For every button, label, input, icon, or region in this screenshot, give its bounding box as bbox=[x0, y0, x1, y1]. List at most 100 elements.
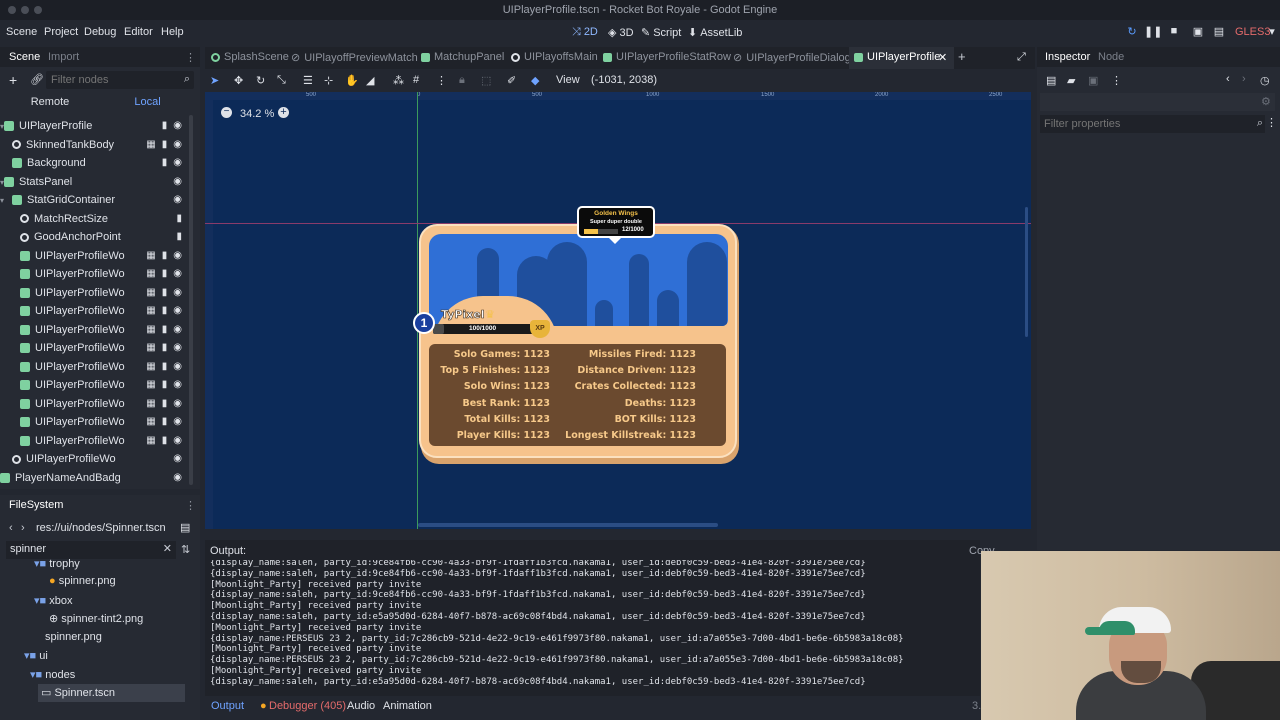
menu-editor[interactable]: Editor bbox=[124, 26, 153, 38]
view-menu[interactable]: View bbox=[556, 74, 580, 86]
stop-icon[interactable]: ■ bbox=[1166, 25, 1182, 41]
zoom-level[interactable]: 34.2 % bbox=[240, 108, 274, 120]
reload-icon[interactable]: ↻ bbox=[1124, 25, 1140, 41]
clapper-icon[interactable]: ▦ bbox=[146, 268, 155, 279]
filesystem-search-field[interactable]: spinner ✕ bbox=[6, 541, 176, 559]
filter-nodes-field[interactable]: ⌕ bbox=[46, 71, 194, 89]
script-icon[interactable]: ▮ bbox=[162, 157, 168, 168]
forward-icon[interactable]: › bbox=[21, 522, 25, 534]
fs-folder-trophy[interactable]: ▾■ trophy bbox=[34, 557, 80, 570]
visibility-icon[interactable]: ◉ bbox=[173, 398, 182, 409]
script-icon[interactable]: ▮ bbox=[162, 287, 168, 298]
scene-node-row[interactable]: UIPlayerProfileWo ▦ ▮ ◉ bbox=[0, 321, 194, 340]
sort-icon[interactable]: ⇅ bbox=[181, 543, 190, 556]
scene-node-row[interactable]: ▾ StatGridContainer ◉ bbox=[0, 191, 194, 210]
scene-node-row[interactable]: ▾ StatsPanel ◉ bbox=[0, 173, 194, 192]
script-icon[interactable]: ▮ bbox=[162, 250, 168, 261]
mode-script-button[interactable]: ✎ Script bbox=[641, 26, 681, 39]
viewport-h-scrollbar[interactable] bbox=[418, 523, 718, 527]
clapper-icon[interactable]: ▦ bbox=[146, 398, 155, 409]
close-window-button[interactable] bbox=[8, 6, 16, 14]
scene-node-row[interactable]: PlayerNameAndBadg ◉ bbox=[0, 469, 194, 488]
tab-inspector[interactable]: Inspector bbox=[1045, 51, 1090, 63]
play-custom-icon[interactable]: ▤ bbox=[1211, 25, 1227, 41]
link-icon[interactable]: 🔗︎ bbox=[30, 73, 44, 86]
visibility-icon[interactable]: ◉ bbox=[173, 139, 182, 150]
visibility-icon[interactable]: ◉ bbox=[173, 416, 182, 427]
fs-folder-nodes[interactable]: ▾■ nodes bbox=[30, 668, 75, 681]
visibility-icon[interactable]: ◉ bbox=[173, 435, 182, 446]
properties-menu-icon[interactable]: ⋮ bbox=[1266, 116, 1277, 129]
fs-folder-ui[interactable]: ▾■ ui bbox=[24, 649, 48, 662]
tab-scene[interactable]: Scene bbox=[9, 51, 40, 63]
visibility-icon[interactable]: ◉ bbox=[173, 176, 182, 187]
scene-node-row[interactable]: UIPlayerProfileWo ▦ ▮ ◉ bbox=[0, 432, 194, 451]
script-icon[interactable]: ▮ bbox=[162, 398, 168, 409]
resource-menu-icon[interactable]: ⋮ bbox=[1111, 74, 1122, 87]
menu-debug[interactable]: Debug bbox=[84, 26, 116, 38]
expand-arrow-icon[interactable]: ▾ bbox=[0, 192, 12, 211]
script-icon[interactable]: ▮ bbox=[176, 213, 182, 224]
filesystem-path[interactable]: res://ui/nodes/Spinner.tscn bbox=[36, 522, 166, 534]
fs-file-spinner-tint2[interactable]: ⊕ spinner-tint2.png bbox=[49, 612, 143, 625]
zoom-in-icon[interactable]: + bbox=[278, 107, 289, 118]
scene-node-row[interactable]: SkinnedTankBody ▦ ▮ ◉ bbox=[0, 136, 194, 155]
clapper-icon[interactable]: ▦ bbox=[146, 361, 155, 372]
filesystem-search-input[interactable]: spinner bbox=[10, 543, 46, 555]
zoom-out-icon[interactable]: − bbox=[221, 107, 232, 118]
script-icon[interactable]: ▮ bbox=[162, 416, 168, 427]
fs-file-spinner-tscn[interactable]: ▭ Spinner.tscn bbox=[41, 686, 115, 699]
history-icon[interactable]: ◷ bbox=[1260, 74, 1270, 87]
add-node-icon[interactable]: + bbox=[9, 72, 17, 88]
script-icon[interactable]: ▮ bbox=[162, 361, 168, 372]
object-menu-icon[interactable]: ⚙ bbox=[1261, 95, 1271, 108]
visibility-icon[interactable]: ◉ bbox=[173, 287, 182, 298]
scene-node-row[interactable]: UIPlayerProfileWo ▦ ▮ ◉ bbox=[0, 413, 194, 432]
scene-node-row[interactable]: UIPlayerProfileWo ▦ ▮ ◉ bbox=[0, 284, 194, 303]
rotate-tool-icon[interactable]: ↻ bbox=[256, 74, 265, 87]
visibility-icon[interactable]: ◉ bbox=[173, 268, 182, 279]
scene-node-row[interactable]: UIPlayerProfileWo ▦ ▮ ◉ bbox=[0, 265, 194, 284]
visibility-icon[interactable]: ◉ bbox=[173, 342, 182, 353]
menu-scene[interactable]: Scene bbox=[6, 26, 37, 38]
dock-menu-icon[interactable]: ⋮ bbox=[185, 51, 196, 64]
visibility-icon[interactable]: ◉ bbox=[173, 250, 182, 261]
scene-node-row[interactable]: UIPlayerProfileWo ▦ ▮ ◉ bbox=[0, 302, 194, 321]
pan-tool-icon[interactable]: ✋ bbox=[345, 74, 359, 87]
mode-assetlib-button[interactable]: ⬇ AssetLib bbox=[688, 26, 742, 39]
visibility-icon[interactable]: ◉ bbox=[173, 324, 182, 335]
tab-splashscene[interactable]: SplashScene bbox=[211, 51, 289, 63]
visibility-icon[interactable]: ◉ bbox=[173, 157, 182, 168]
split-view-icon[interactable]: ▤ bbox=[180, 521, 190, 534]
select-tool-icon[interactable]: ➤ bbox=[210, 74, 219, 87]
new-tab-icon[interactable]: + bbox=[958, 49, 966, 64]
clear-search-icon[interactable]: ✕ bbox=[163, 542, 172, 555]
menu-project[interactable]: Project bbox=[44, 26, 78, 38]
tab-uiplayoffpreviewmatch[interactable]: ⊘ UIPlayoffPreviewMatch bbox=[291, 51, 418, 64]
visibility-icon[interactable]: ◉ bbox=[173, 453, 182, 464]
minimize-window-button[interactable] bbox=[21, 6, 29, 14]
script-icon[interactable]: ▮ bbox=[162, 139, 168, 150]
move-tool-icon[interactable]: ✥ bbox=[234, 74, 243, 87]
snap-options-icon[interactable]: ⋮ bbox=[436, 74, 447, 87]
clapper-icon[interactable]: ▦ bbox=[146, 379, 155, 390]
tab-uiplayerprofiledialog[interactable]: ⊘ UIPlayerProfileDialog bbox=[733, 51, 851, 64]
menu-help[interactable]: Help bbox=[161, 26, 184, 38]
pivot-icon[interactable]: ⊹ bbox=[324, 74, 333, 87]
script-icon[interactable]: ▮ bbox=[162, 120, 168, 131]
tab-audio[interactable]: Audio bbox=[347, 700, 375, 712]
history-back-icon[interactable]: ‹ bbox=[1226, 73, 1230, 85]
tab-import[interactable]: Import bbox=[48, 51, 79, 63]
visibility-icon[interactable]: ◉ bbox=[173, 120, 182, 131]
script-icon[interactable]: ▮ bbox=[162, 268, 168, 279]
distraction-free-icon[interactable]: ⤢ bbox=[1017, 51, 1026, 64]
scene-node-row[interactable]: UIPlayerProfileWo ▦ ▮ ◉ bbox=[0, 395, 194, 414]
tab-uiplayoffsmain[interactable]: UIPlayoffsMain bbox=[511, 51, 598, 63]
tab-node[interactable]: Node bbox=[1098, 51, 1124, 63]
script-icon[interactable]: ▮ bbox=[176, 231, 182, 242]
maximize-window-button[interactable] bbox=[34, 6, 42, 14]
visibility-icon[interactable]: ◉ bbox=[173, 361, 182, 372]
save-resource-icon[interactable]: ▣ bbox=[1088, 74, 1098, 87]
script-icon[interactable]: ▮ bbox=[162, 324, 168, 335]
tab-output[interactable]: Output bbox=[211, 700, 244, 712]
